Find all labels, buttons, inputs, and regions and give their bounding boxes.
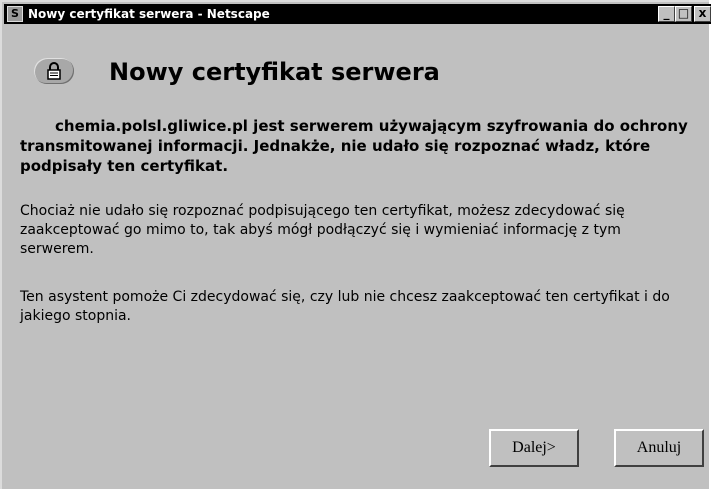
dialog-window: S Nowy certyfikat serwera - Netscape _ □…: [0, 0, 711, 491]
dialog-heading: Nowy certyfikat serwera: [109, 58, 440, 86]
dialog-content: Nowy certyfikat serwera chemia.polsl.gli…: [4, 24, 711, 491]
close-button[interactable]: x: [694, 6, 711, 22]
next-button[interactable]: Dalej>: [489, 429, 579, 467]
window-title: Nowy certyfikat serwera - Netscape: [28, 7, 270, 21]
maximize-button[interactable]: □: [675, 6, 692, 22]
lock-icon: [34, 58, 74, 84]
cancel-button[interactable]: Anuluj: [614, 429, 704, 467]
netscape-app-icon[interactable]: S: [7, 6, 23, 22]
explanation-paragraph: Chociaż nie udało się rozpoznać podpisuj…: [20, 203, 625, 257]
minimize-button[interactable]: _: [658, 6, 675, 22]
title-bar[interactable]: S Nowy certyfikat serwera - Netscape _ □…: [4, 4, 711, 24]
assistant-paragraph: Ten asystent pomoże Ci zdecydować się, c…: [20, 289, 670, 324]
intro-text: chemia.polsl.gliwice.pl jest serwerem uż…: [20, 117, 688, 175]
window-controls: _ □ x: [658, 6, 711, 22]
